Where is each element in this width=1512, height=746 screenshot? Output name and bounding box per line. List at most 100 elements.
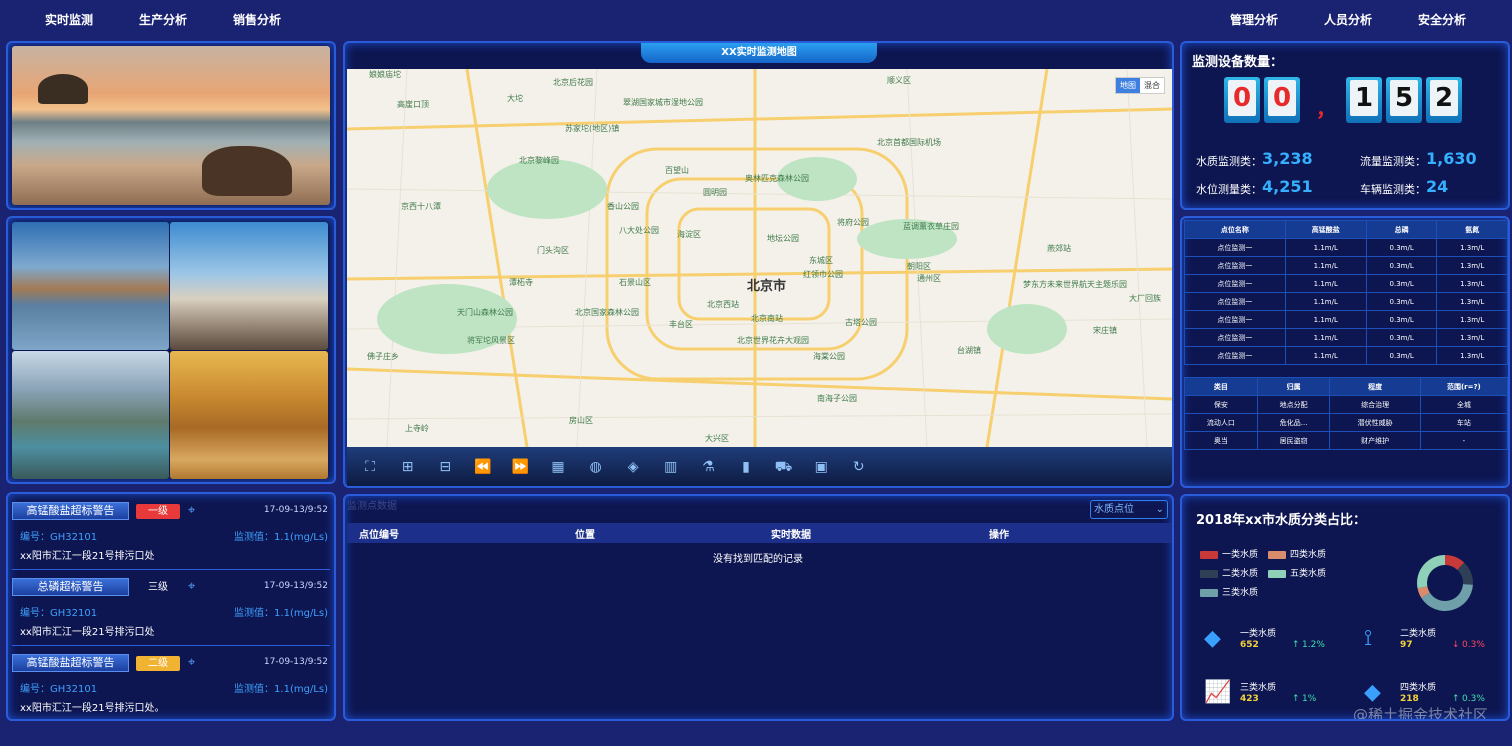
- table-header-cell[interactable]: 总磷: [1365, 220, 1438, 239]
- table-row[interactable]: 点位监测一 1.1m/L 0.3m/L 1.3m/L: [1184, 346, 1508, 365]
- col-operation[interactable]: 操作: [977, 523, 1172, 543]
- alert-item[interactable]: 高锰酸盐超标警告 二级 ⌖ 17-09-13/9:52 编号：GH32101 监…: [12, 650, 330, 719]
- rewind-icon[interactable]: ⏪: [474, 459, 492, 475]
- table-row[interactable]: 点位监测一 1.1m/L 0.3m/L 1.3m/L: [1184, 292, 1508, 311]
- legend-swatch: [1200, 550, 1218, 559]
- digit-card: 0: [1264, 77, 1300, 123]
- location-pin-icon[interactable]: ⌖: [188, 655, 195, 670]
- alert-panel: 高锰酸盐超标警告 一级 ⌖ 17-09-13/9:52 编号：GH32101 监…: [6, 492, 336, 721]
- globe-icon[interactable]: ◍: [587, 459, 605, 475]
- table-header-cell[interactable]: 范围(r=?): [1419, 377, 1508, 396]
- table-row[interactable]: 奥当 居民盗窃 财产维护 -: [1184, 431, 1508, 450]
- table-row[interactable]: 流动人口 危化品... 潜伏性威胁 车站: [1184, 413, 1508, 432]
- location-pin-icon[interactable]: ⌖: [188, 579, 195, 594]
- table-header-row: 点位名称 高锰酸盐 总磷 氨氮: [1184, 220, 1508, 239]
- data-table-panel: 监测点数据 水质点位 ⌄ 点位编号 位置 实时数据 操作 没有找到匹配的记录: [343, 494, 1174, 721]
- zoom-out-icon[interactable]: ⊟: [436, 459, 454, 475]
- table-header-cell[interactable]: 程度: [1329, 377, 1421, 396]
- map-place-label: 南海子公园: [817, 394, 857, 403]
- table-cell: 地点分配: [1256, 395, 1331, 414]
- digit-card: 0: [1224, 77, 1260, 123]
- map-place-label: 北京黎峰园: [519, 156, 559, 165]
- autumn-forest-photo: [170, 351, 328, 479]
- line-chart-icon: 📈: [1204, 680, 1232, 705]
- table-row[interactable]: 点位监测一 1.1m/L 0.3m/L 1.3m/L: [1184, 256, 1508, 275]
- legend-swatch: [1268, 569, 1286, 578]
- table-header-cell[interactable]: 归属: [1256, 377, 1331, 396]
- nav-realtime[interactable]: 实时监测: [45, 11, 93, 28]
- map-type-hybrid-button[interactable]: 混合: [1140, 78, 1164, 93]
- location-pin-icon[interactable]: ⌖: [188, 503, 195, 518]
- window-icon[interactable]: ▣: [812, 459, 830, 475]
- col-code[interactable]: 点位编号: [347, 523, 563, 543]
- alert-time: 17-09-13/9:52: [263, 505, 328, 515]
- table-cell: 0.3m/L: [1365, 274, 1438, 293]
- lake-photo: [12, 222, 169, 350]
- kpi-label: 车辆监测类：: [1360, 183, 1426, 196]
- water-point-select[interactable]: 水质点位 ⌄: [1090, 500, 1168, 519]
- legend-label: 四类水质: [1290, 550, 1327, 560]
- card-change: 1%: [1302, 694, 1317, 704]
- refresh-icon[interactable]: ↻: [850, 459, 868, 475]
- alert-title: 高锰酸盐超标警告: [12, 654, 129, 672]
- table-cell: 流动人口: [1184, 413, 1258, 432]
- col-realtime[interactable]: 实时数据: [759, 523, 977, 543]
- map-place-label: 门头沟区: [537, 246, 569, 255]
- forward-icon[interactable]: ⏩: [511, 459, 529, 475]
- alert-item[interactable]: 总磷超标警告 三级 ⌖ 17-09-13/9:52 编号：GH32101 监测值…: [12, 574, 330, 646]
- water-title: 2018年xx市水质分类占比：: [1196, 513, 1366, 528]
- map-place-label: 北京国家森林公园: [575, 308, 639, 317]
- map-canvas[interactable]: 地图 混合 北京市 娘娘庙坨 北京后花园 大坨 顺义区 高崖口顶 翠湖国家城市湿地公园 苏家坨…: [347, 69, 1172, 447]
- zoom-in-icon[interactable]: ⊞: [399, 459, 417, 475]
- table-cell: 点位监测一: [1184, 256, 1286, 275]
- map-type-map-button[interactable]: 地图: [1116, 78, 1140, 93]
- table-cell: 点位监测一: [1184, 310, 1286, 329]
- data-table: 点位编号 位置 实时数据 操作: [347, 523, 1172, 543]
- table-cell: 1.1m/L: [1284, 238, 1367, 257]
- map-place-label: 北京后花园: [553, 78, 593, 87]
- map-place-label: 大坨: [507, 94, 523, 103]
- map-place-label: 北京南站: [751, 314, 783, 323]
- network-icon: ⟟: [1364, 626, 1373, 651]
- map-icon[interactable]: ▦: [549, 459, 567, 475]
- alert-level-badge: 三级: [148, 582, 168, 593]
- table-header-cell[interactable]: 点位名称: [1184, 220, 1286, 239]
- rock-shape: [38, 74, 88, 104]
- table-header-cell[interactable]: 类目: [1184, 377, 1258, 396]
- map-place-label: 台湖镇: [957, 346, 981, 355]
- table-row[interactable]: 点位监测一 1.1m/L 0.3m/L 1.3m/L: [1184, 274, 1508, 293]
- water-quality-panel: 2018年xx市水质分类占比： 一类水质 四类水质 二类水质 五类水质 三类水质…: [1180, 494, 1510, 721]
- nav-safety[interactable]: 安全分析: [1418, 11, 1466, 28]
- chart-icon[interactable]: ▮: [737, 459, 755, 475]
- alert-title: 高锰酸盐超标警告: [12, 502, 129, 520]
- table-header-cell[interactable]: 氨氮: [1436, 220, 1508, 239]
- digit: 0: [1268, 80, 1296, 116]
- table-header-cell[interactable]: 高锰酸盐: [1284, 220, 1367, 239]
- table-cell: 危化品...: [1256, 413, 1331, 432]
- device-count-panel: 监测设备数量： 0 0 ， 1 5 2 水质监测类： 3,238 流量监测类： …: [1180, 41, 1510, 210]
- table-row[interactable]: 点位监测一 1.1m/L 0.3m/L 1.3m/L: [1184, 310, 1508, 329]
- donut-slice: [1421, 584, 1473, 611]
- nav-sales[interactable]: 销售分析: [233, 11, 281, 28]
- table-cell: 点位监测一: [1184, 292, 1286, 311]
- table-row[interactable]: 点位监测一 1.1m/L 0.3m/L 1.3m/L: [1184, 328, 1508, 347]
- flask-icon[interactable]: ⚗: [699, 459, 717, 475]
- card-name: 二类水质: [1400, 629, 1437, 639]
- col-location[interactable]: 位置: [563, 523, 759, 543]
- table-row[interactable]: 保安 地点分配 综合治理 全城: [1184, 395, 1508, 414]
- kpi-label: 水质监测类：: [1196, 155, 1262, 168]
- fullscreen-icon[interactable]: ⛶: [361, 459, 379, 475]
- table-cell: 0.3m/L: [1365, 310, 1438, 329]
- alert-title: 总磷超标警告: [12, 578, 129, 596]
- alert-item[interactable]: 高锰酸盐超标警告 一级 ⌖ 17-09-13/9:52 编号：GH32101 监…: [12, 498, 330, 570]
- building-icon[interactable]: ▥: [662, 459, 680, 475]
- legend-swatch: [1200, 569, 1218, 578]
- arrow-up-icon: ↑: [1292, 640, 1300, 650]
- water-donut-chart: [1417, 555, 1473, 611]
- nav-personnel[interactable]: 人员分析: [1324, 11, 1372, 28]
- nav-production[interactable]: 生产分析: [139, 11, 187, 28]
- truck-icon[interactable]: ⛟: [775, 459, 793, 475]
- nav-management[interactable]: 管理分析: [1230, 11, 1278, 28]
- table-row[interactable]: 点位监测一 1.1m/L 0.3m/L 1.3m/L: [1184, 238, 1508, 257]
- money-icon[interactable]: ◈: [624, 459, 642, 475]
